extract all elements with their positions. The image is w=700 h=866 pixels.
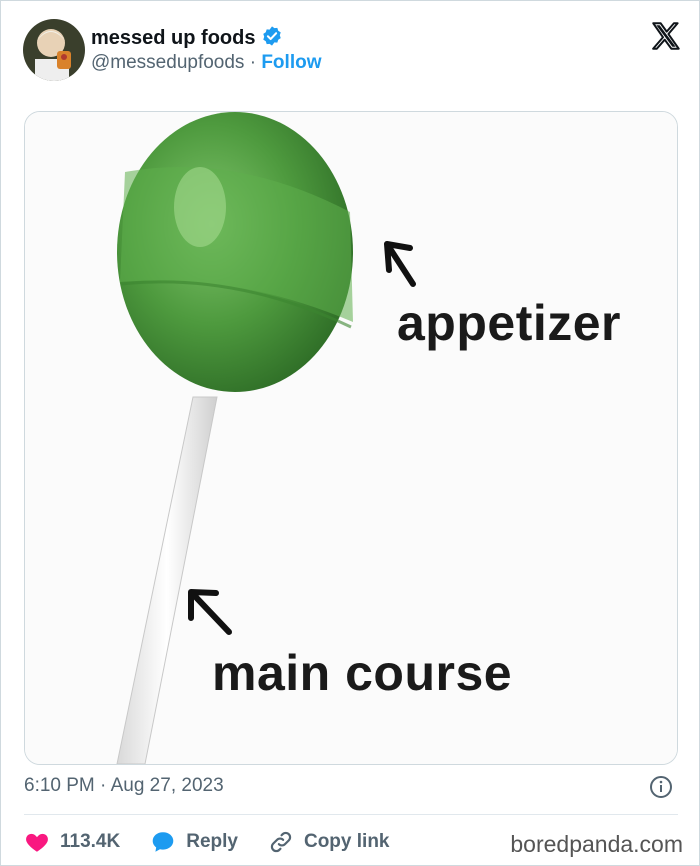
verified-badge-icon bbox=[261, 25, 283, 52]
x-logo-icon[interactable] bbox=[649, 19, 683, 53]
like-button[interactable]: 113.4K bbox=[24, 829, 120, 855]
info-icon[interactable] bbox=[649, 775, 673, 799]
watermark: boredpanda.com bbox=[510, 831, 683, 857]
name-row: messed up foods bbox=[91, 25, 283, 52]
copy-link-button[interactable]: Copy link bbox=[268, 829, 390, 855]
reply-label: Reply bbox=[186, 831, 238, 852]
follow-button[interactable]: Follow bbox=[261, 52, 321, 73]
caption-main-course: main course bbox=[212, 645, 513, 701]
display-name[interactable]: messed up foods bbox=[91, 27, 255, 50]
divider bbox=[24, 814, 678, 815]
handle[interactable]: @messedupfoods bbox=[91, 52, 244, 73]
caption-appetizer: appetizer bbox=[397, 295, 622, 351]
tweet-card: messed up foods @messedupfoods · Follow bbox=[0, 0, 700, 866]
copy-link-label: Copy link bbox=[303, 831, 390, 852]
avatar[interactable] bbox=[23, 19, 85, 81]
tweet-image[interactable]: appetizer main course bbox=[24, 111, 678, 765]
reply-bubble-icon bbox=[152, 832, 174, 852]
handle-row: @messedupfoods · Follow bbox=[91, 52, 321, 74]
link-icon bbox=[270, 831, 292, 853]
action-bar: 113.4K Reply Copy link bbox=[24, 827, 420, 857]
separator: · bbox=[249, 52, 257, 73]
like-count: 113.4K bbox=[60, 831, 121, 852]
heart-icon bbox=[26, 833, 48, 852]
tweet-header: messed up foods @messedupfoods · Follow bbox=[23, 19, 683, 81]
tweet-timestamp[interactable]: 6:10 PM · Aug 27, 2023 bbox=[24, 775, 224, 797]
reply-button[interactable]: Reply bbox=[150, 829, 238, 855]
